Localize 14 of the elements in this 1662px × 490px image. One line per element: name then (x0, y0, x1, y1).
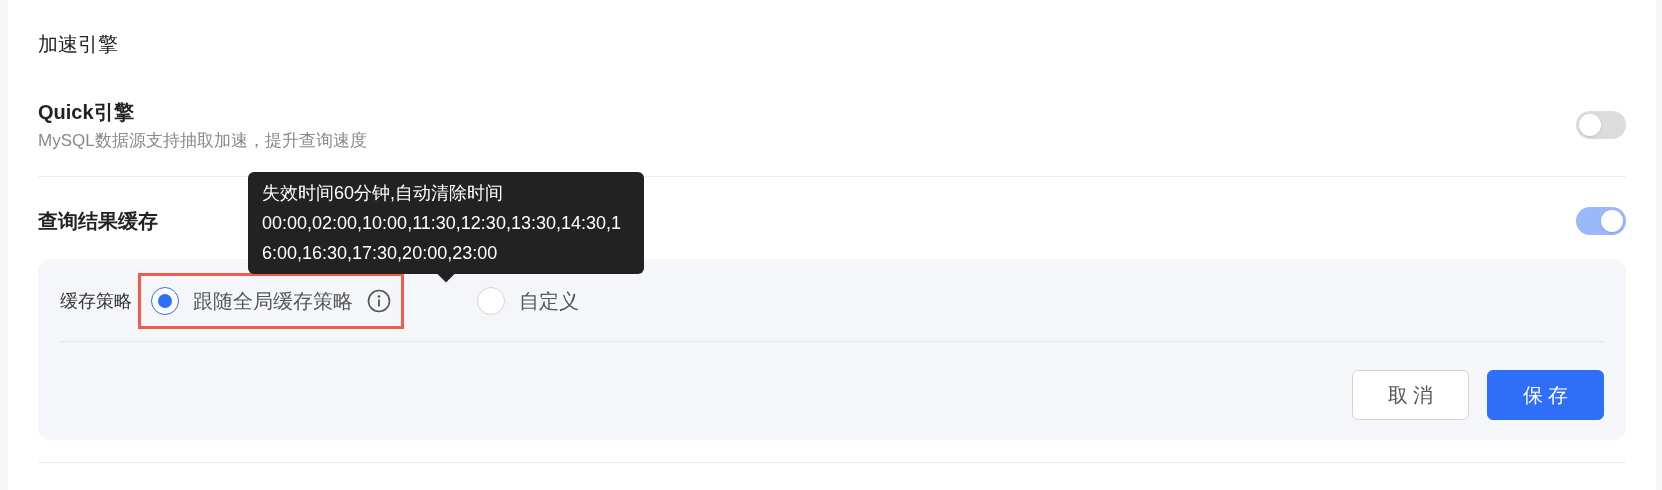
tooltip-text: 00:00,02:00,10:00,11:30,12:30,13:30,14:30,16:00,16:30,17:30,20:00,23:00 (262, 212, 622, 265)
setting-description: MySQL数据源支持抽取加速，提升查询速度 (38, 130, 367, 152)
info-icon[interactable] (367, 289, 391, 313)
section-title: 加速引擎 (38, 32, 119, 57)
toggle-switch[interactable] (1576, 207, 1626, 235)
toggle-switch[interactable] (1576, 111, 1626, 139)
setting-title: Quick引擎 (38, 100, 135, 125)
save-button[interactable]: 保 存 (1487, 370, 1604, 420)
tooltip-text: 失效时间60分钟,自动清除时间 (262, 182, 505, 205)
radio-option[interactable]: 自定义 (464, 273, 592, 329)
setting-title: 查询结果缓存 (38, 209, 158, 234)
radio-button[interactable] (151, 287, 179, 315)
cancel-button[interactable]: 取 消 (1352, 370, 1469, 420)
field-label: 缓存策略 (60, 289, 132, 313)
